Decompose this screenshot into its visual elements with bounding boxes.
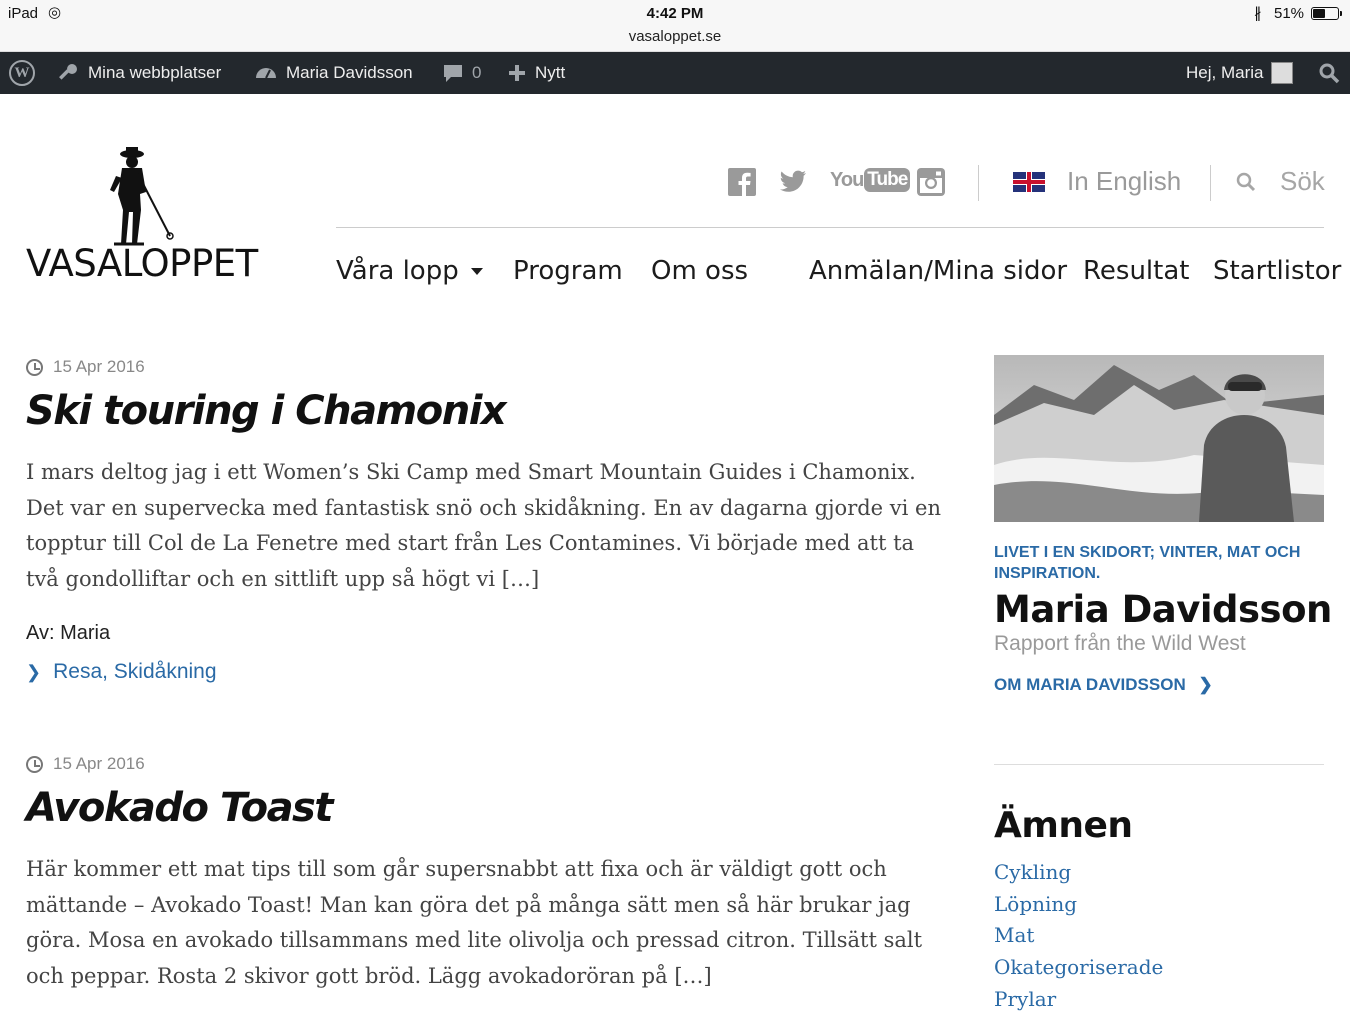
comments-button[interactable]: 0 — [442, 52, 481, 94]
youtube-tube-text: Tube — [864, 168, 911, 192]
nav-item-anmalan[interactable]: Anmälan/Mina sidor — [809, 256, 1067, 286]
youtube-icon[interactable]: You Tube — [830, 168, 911, 192]
nav-item-resultat[interactable]: Resultat — [1083, 256, 1189, 286]
nav-item-program[interactable]: Program — [513, 256, 623, 286]
ios-status-bar: iPad ◎ 4:42 PM vasaloppet.se ∦ 51% — [0, 0, 1350, 52]
battery-icon — [1311, 7, 1342, 20]
plus-icon — [509, 65, 525, 81]
my-sites-label: Mina webbplatser — [88, 63, 222, 82]
bluetooth-icon: ∦ — [1254, 5, 1262, 22]
nav-label: Våra lopp — [336, 256, 459, 286]
blog-tagline: LIVET I EN SKIDORT; VINTER, MAT OCH INSP… — [994, 544, 1301, 582]
topic-link-prylar[interactable]: Prylar — [994, 984, 1163, 1013]
category-link-skidakning[interactable]: Skidåkning — [114, 660, 217, 683]
blog-subtitle: Rapport från the Wild West — [994, 632, 1246, 655]
status-time: 4:42 PM — [646, 5, 704, 22]
header-divider — [1210, 165, 1211, 201]
clock-icon — [26, 358, 43, 376]
nav-divider — [336, 227, 1324, 228]
search-label: Sök — [1280, 166, 1325, 196]
site-name-menu[interactable]: Maria Davidsson — [254, 52, 413, 94]
topic-link-cykling[interactable]: Cykling — [994, 857, 1163, 889]
category-link-resa[interactable]: Resa — [53, 660, 102, 683]
caret-down-icon — [470, 268, 483, 275]
post-excerpt: Här kommer ett mat tips till som går sup… — [26, 857, 923, 989]
language-label: In English — [1067, 166, 1182, 196]
admin-search-button[interactable] — [1318, 52, 1340, 94]
language-switch[interactable]: In English — [1013, 166, 1181, 197]
post-categories: ❯ Resa, Skidåkning — [26, 660, 217, 683]
uk-flag-icon — [1013, 171, 1045, 192]
nav-item-startlistor[interactable]: Startlistor — [1213, 256, 1341, 286]
clock-icon — [26, 755, 43, 773]
about-link-label: OM MARIA DAVIDSSON — [994, 675, 1186, 694]
avatar — [1271, 62, 1294, 84]
topic-link-lopning[interactable]: Löpning — [994, 889, 1163, 921]
account-menu[interactable]: Hej, Maria — [1186, 52, 1294, 94]
post-date-text: 15 Apr 2016 — [53, 357, 145, 376]
chevron-right-icon: ❯ — [26, 661, 42, 682]
skier-emblem-icon — [110, 147, 174, 246]
topics-heading: Ämnen — [994, 805, 1133, 846]
key-icon — [59, 64, 77, 80]
logo-wordmark: VASALOPPET — [26, 242, 258, 285]
topic-link-mat[interactable]: Mat — [994, 920, 1163, 952]
search-icon — [1236, 172, 1256, 191]
sidebar-divider — [994, 764, 1324, 765]
mountain-portrait-image — [994, 355, 1324, 522]
header-divider — [978, 165, 979, 201]
blogger-name: Maria Davidsson — [994, 588, 1332, 631]
post-author: Av: Maria — [26, 622, 111, 644]
youtube-you-text: You — [830, 168, 864, 191]
profile-photo — [994, 355, 1324, 522]
wordpress-icon: W — [9, 60, 35, 86]
post-title[interactable]: Ski touring i Chamonix — [26, 388, 507, 434]
post-excerpt: I mars deltog jag i ett Women’s Ski Camp… — [26, 460, 941, 592]
search-icon — [1319, 63, 1340, 84]
post-date: 15 Apr 2016 — [26, 754, 145, 774]
nav-item-vara-lopp[interactable]: Våra lopp — [336, 256, 483, 286]
new-content-menu[interactable]: Nytt — [507, 52, 565, 94]
site-name-label: Maria Davidsson — [286, 63, 413, 82]
chevron-right-icon: ❯ — [1198, 675, 1213, 694]
facebook-icon[interactable] — [728, 168, 756, 196]
twitter-icon[interactable] — [779, 170, 807, 194]
topics-list: Cykling Löpning Mat Okategoriserade Pryl… — [994, 857, 1163, 1013]
wp-admin-bar: W Mina webbplatser Maria Davidsson 0 Nyt… — [0, 52, 1350, 94]
comment-icon — [444, 65, 462, 82]
topic-link-okategoriserade[interactable]: Okategoriserade — [994, 952, 1163, 984]
dashboard-icon — [256, 68, 276, 79]
about-link[interactable]: OM MARIA DAVIDSSON ❯ — [994, 675, 1213, 695]
instagram-icon[interactable] — [917, 168, 945, 196]
wordpress-logo-button[interactable]: W — [9, 52, 35, 94]
post-date-text: 15 Apr 2016 — [53, 754, 145, 773]
nav-item-om-oss[interactable]: Om oss — [651, 256, 748, 286]
comments-count: 0 — [472, 63, 482, 82]
post-date: 15 Apr 2016 — [26, 357, 145, 377]
battery-percent: 51% — [1274, 5, 1305, 22]
vasaloppet-logo[interactable]: VASALOPPET — [26, 146, 258, 286]
address-bar-url[interactable]: vasaloppet.se — [0, 28, 1350, 45]
post-title[interactable]: Avokado Toast — [26, 785, 334, 831]
site-search[interactable]: Sök — [1236, 166, 1325, 197]
greeting-label: Hej, Maria — [1186, 63, 1264, 82]
my-sites-menu[interactable]: Mina webbplatser — [56, 52, 221, 94]
new-label: Nytt — [535, 63, 566, 82]
